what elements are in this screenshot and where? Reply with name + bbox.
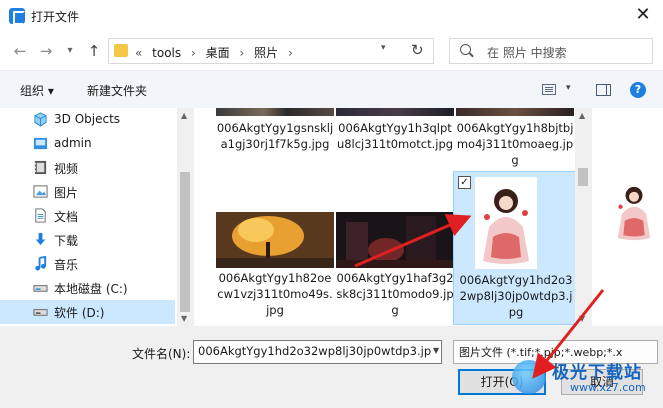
- cube-icon: [34, 112, 47, 127]
- breadcrumb-desktop[interactable]: 桌面: [206, 46, 230, 60]
- folder-icon: [114, 44, 128, 57]
- sidebar-item-label: 音乐: [54, 258, 79, 272]
- image-thumbnail: [456, 108, 574, 116]
- watermark-title: 极光下载站: [552, 363, 642, 383]
- drive-icon: [33, 309, 48, 316]
- address-dropdown-icon[interactable]: ▾: [381, 43, 386, 53]
- window-title: 打开文件: [31, 10, 80, 24]
- sidebar-item-drive-d[interactable]: 软件 (D:): [0, 300, 175, 324]
- file-name: 006AkgtYgy1haf3g2sk8cj311t0modo9.jpg: [336, 271, 454, 317]
- preview-pane: [592, 108, 663, 326]
- picture-icon: [33, 185, 48, 198]
- sidebar-item-videos[interactable]: 视频: [0, 156, 175, 180]
- document-icon: [35, 208, 46, 223]
- sidebar-item-label: 图片: [54, 186, 79, 200]
- scroll-down-arrow[interactable]: ▼: [579, 314, 585, 323]
- refresh-icon[interactable]: ↻: [411, 41, 424, 59]
- download-icon: [35, 232, 46, 246]
- filename-input[interactable]: 006AkgtYgy1hd2o32wp8lj30jp0wtdp3.jp: [193, 340, 442, 364]
- image-thumbnail: [336, 108, 454, 116]
- file-item[interactable]: 006AkgtYgy1gsnsklja1gj30rj1f7k5g.jpg: [216, 108, 334, 172]
- address-bar[interactable]: « tools › 桌面 › 照片 › ▾ ↻: [108, 38, 434, 64]
- organize-menu[interactable]: 组织 ▾: [20, 82, 54, 99]
- up-button[interactable]: ↑: [84, 40, 104, 62]
- new-folder-button[interactable]: 新建文件夹: [87, 82, 147, 99]
- watermark-logo-icon: [512, 360, 546, 394]
- recent-locations-dropdown[interactable]: ▾: [60, 40, 80, 62]
- file-item[interactable]: 006AkgtYgy1h8bjtbjmo4j311t0moaeg.jpg: [456, 108, 574, 172]
- image-thumbnail: [336, 212, 454, 268]
- watermark-url: www.xz7.com: [570, 381, 646, 394]
- search-icon: [460, 44, 471, 55]
- sidebar-item-label: admin: [54, 136, 92, 150]
- file-name: 006AkgtYgy1hd2o32wp8lj30jp0wtdp3.jpg: [459, 273, 573, 319]
- close-button[interactable]: ✕: [631, 4, 655, 28]
- search-input[interactable]: 在 照片 中搜索: [487, 44, 567, 61]
- file-item[interactable]: 006AkgtYgy1h82oecw1vzj311t0mo49s.jpg: [216, 212, 334, 324]
- watermark-logo: 极光下载站 www.xz7.com: [512, 356, 663, 400]
- sidebar-scrollbar[interactable]: ▲ ▼: [177, 108, 194, 326]
- selection-checkbox[interactable]: ✓: [458, 176, 471, 189]
- breadcrumb-separator[interactable]: ›: [191, 46, 196, 60]
- back-button[interactable]: ←: [10, 40, 30, 62]
- navigation-bar: ← → ▾ ↑ « tools › 桌面 › 照片 › ▾ ↻ 在 照片 中搜索: [0, 32, 663, 70]
- sidebar-item-music[interactable]: 音乐: [0, 252, 175, 276]
- breadcrumb-overflow[interactable]: «: [135, 46, 142, 60]
- file-name: 006AkgtYgy1h8bjtbjmo4j311t0moaeg.jpg: [456, 121, 574, 167]
- sidebar-item-label: 3D Objects: [54, 112, 121, 126]
- preview-image: [612, 178, 656, 244]
- breadcrumb-tools[interactable]: tools: [152, 46, 181, 60]
- file-name: 006AkgtYgy1h82oecw1vzj311t0mo49s.jpg: [217, 271, 333, 317]
- sidebar-item-downloads[interactable]: 下载: [0, 228, 175, 252]
- sidebar-item-pictures[interactable]: 图片: [0, 180, 175, 204]
- scroll-up-arrow[interactable]: ▲: [181, 111, 187, 120]
- sidebar-item-drive-c[interactable]: 本地磁盘 (C:): [0, 276, 175, 300]
- sidebar-item-label: 文档: [54, 210, 79, 224]
- command-bar: 组织 ▾ 新建文件夹 ▾ ?: [0, 70, 663, 108]
- file-item[interactable]: 006AkgtYgy1h3qlptu8lcj311t0motct.jpg: [336, 108, 454, 172]
- sidebar-item-label: 下载: [54, 234, 79, 248]
- scroll-thumb[interactable]: [180, 172, 190, 312]
- preview-pane-icon[interactable]: [596, 84, 611, 96]
- navigation-pane: 3D Objects admin 视频 图片 文档 下载 音乐 本地磁盘 (C:…: [0, 108, 177, 326]
- sidebar-item-label: 视频: [54, 162, 79, 176]
- sidebar-item-label: 本地磁盘 (C:): [54, 282, 128, 296]
- scroll-up-arrow[interactable]: ▲: [579, 111, 585, 120]
- file-name: 006AkgtYgy1gsnsklja1gj30rj1f7k5g.jpg: [216, 121, 334, 151]
- user-folder-icon: [33, 137, 48, 150]
- scroll-thumb[interactable]: [578, 168, 588, 186]
- breadcrumb-separator[interactable]: ›: [239, 46, 244, 60]
- breadcrumb: « tools › 桌面 › 照片 ›: [135, 44, 299, 61]
- sidebar-item-3d-objects[interactable]: 3D Objects: [0, 108, 175, 132]
- filename-dropdown-icon[interactable]: ▼: [433, 346, 439, 355]
- drive-icon: [33, 285, 48, 292]
- search-box[interactable]: 在 照片 中搜索: [449, 38, 653, 64]
- filename-label: 文件名(N):: [132, 347, 191, 361]
- image-thumbnail: [475, 177, 537, 269]
- file-list: 006AkgtYgy1gsnsklja1gj30rj1f7k5g.jpg 006…: [194, 108, 575, 326]
- view-dropdown-icon[interactable]: ▾: [566, 83, 571, 93]
- view-options-icon[interactable]: [542, 84, 556, 95]
- scroll-down-arrow[interactable]: ▼: [181, 314, 187, 323]
- image-thumbnail: [216, 108, 334, 116]
- title-bar: 打开文件 ✕: [0, 0, 663, 32]
- forward-button[interactable]: →: [36, 40, 56, 62]
- video-icon: [34, 160, 47, 175]
- breadcrumb-photos[interactable]: 照片: [254, 46, 278, 60]
- file-item[interactable]: 006AkgtYgy1haf3g2sk8cj311t0modo9.jpg: [336, 212, 454, 324]
- help-icon[interactable]: ?: [630, 82, 646, 98]
- sidebar-item-documents[interactable]: 文档: [0, 204, 175, 228]
- sidebar-item-label: 软件 (D:): [54, 306, 105, 320]
- app-icon: [9, 8, 25, 25]
- breadcrumb-separator[interactable]: ›: [288, 46, 293, 60]
- sidebar-item-admin[interactable]: admin: [0, 132, 175, 156]
- file-item-selected[interactable]: ✓ 006AkgtYgy1hd2o32wp8lj30jp0wtdp3.jpg: [453, 171, 575, 325]
- music-icon: [35, 256, 47, 271]
- image-thumbnail: [216, 212, 334, 268]
- file-list-scrollbar[interactable]: ▲ ▼: [575, 108, 592, 326]
- file-name: 006AkgtYgy1h3qlptu8lcj311t0motct.jpg: [336, 121, 454, 151]
